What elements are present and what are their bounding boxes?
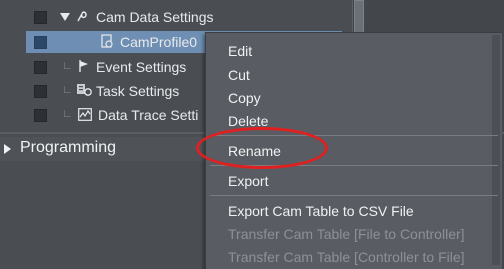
menu-item-transfer-controller-to-file[interactable]: Transfer Cam Table [Controller to File] — [206, 246, 502, 268]
menu-item-label: Export — [228, 173, 269, 189]
expand-arrow-icon[interactable] — [60, 13, 70, 21]
menu-item-transfer-file-to-controller[interactable]: Transfer Cam Table [File to Controller] — [206, 223, 502, 245]
tree-checkbox[interactable] — [34, 85, 47, 98]
menu-item-export-cam-table-csv[interactable]: Export Cam Table to CSV File — [206, 200, 502, 222]
tree-item-label: Event Settings — [96, 59, 187, 75]
menu-item-label: Transfer Cam Table [File to Controller] — [228, 226, 465, 242]
tree-connector: ∟ — [62, 60, 73, 72]
context-menu: Edit Cut Copy Delete Rename Export Expor… — [205, 32, 502, 269]
menu-separator — [210, 195, 498, 196]
tree-connector: ∟ — [82, 35, 93, 47]
menu-item-copy[interactable]: Copy — [206, 87, 502, 109]
tree-checkbox[interactable] — [34, 36, 47, 49]
menu-item-edit[interactable]: Edit — [206, 40, 502, 62]
menu-item-label: Transfer Cam Table [Controller to File] — [228, 249, 465, 265]
menu-separator — [210, 135, 498, 136]
tree-checkbox[interactable] — [34, 61, 47, 74]
menu-item-label: Delete — [228, 113, 269, 129]
tree-item-label: Task Settings — [96, 83, 180, 99]
menu-separator — [210, 165, 498, 166]
menu-item-label: Export Cam Table to CSV File — [228, 203, 414, 219]
tree-checkbox[interactable] — [34, 109, 47, 122]
tree-connector: ∟ — [62, 108, 73, 120]
tree-item-label: CamProfile0 — [120, 34, 198, 50]
menu-item-export[interactable]: Export — [206, 170, 502, 192]
tree-item-label: Data Trace Setti — [98, 107, 199, 123]
menu-item-label: Edit — [228, 43, 253, 59]
menu-item-delete[interactable]: Delete — [206, 110, 502, 132]
flag-icon — [78, 59, 90, 73]
menu-item-label: Copy — [228, 90, 261, 106]
menu-item-label: Cut — [228, 67, 250, 83]
expand-arrow-icon[interactable] — [4, 144, 11, 154]
cam-profile-icon — [100, 34, 114, 49]
cam-icon — [75, 9, 89, 23]
section-programming[interactable]: Programming — [0, 137, 210, 161]
trace-icon — [78, 108, 92, 121]
section-label: Programming — [20, 139, 117, 156]
menu-item-rename[interactable]: Rename — [206, 140, 502, 162]
task-icon — [76, 83, 92, 97]
app-window: Cam Data Settings ∟ CamProfile0 ∟ Event … — [0, 0, 504, 269]
tree-item-cam-data-settings[interactable]: Cam Data Settings — [0, 6, 350, 28]
menu-item-cut[interactable]: Cut — [206, 64, 502, 86]
tree-item-label: Cam Data Settings — [96, 9, 214, 25]
menu-item-label: Rename — [228, 143, 281, 159]
tree-checkbox[interactable] — [34, 11, 47, 24]
tree-connector: ∟ — [62, 84, 73, 96]
